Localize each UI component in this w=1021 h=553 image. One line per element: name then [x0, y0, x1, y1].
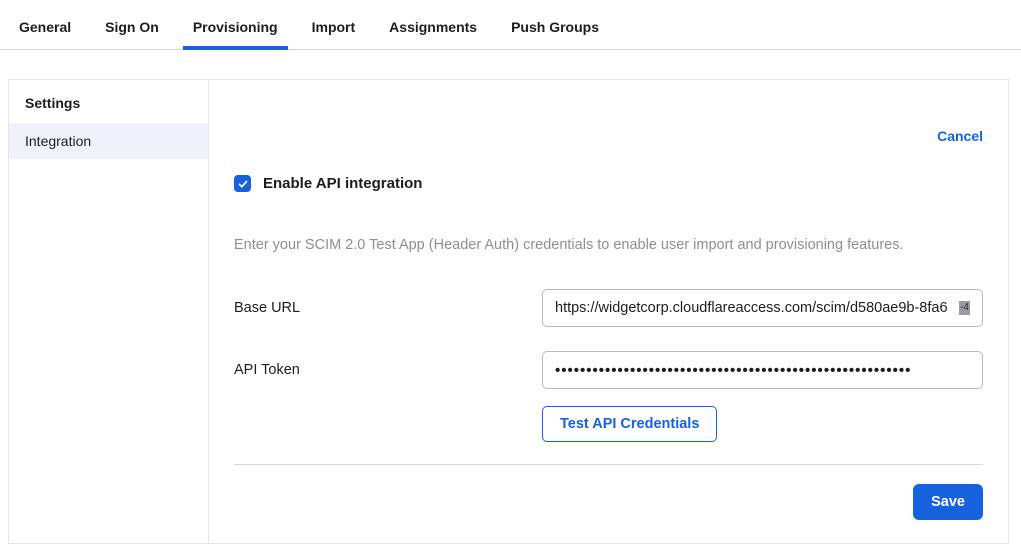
- cancel-link[interactable]: Cancel: [937, 128, 983, 144]
- api-token-value: ••••••••••••••••••••••••••••••••••••••••…: [555, 362, 970, 379]
- tab-general[interactable]: General: [9, 4, 81, 49]
- test-api-credentials-button[interactable]: Test API Credentials: [542, 406, 717, 442]
- tab-import[interactable]: Import: [302, 4, 366, 49]
- enable-api-checkbox[interactable]: [234, 175, 251, 192]
- tab-provisioning[interactable]: Provisioning: [183, 4, 288, 49]
- footer-divider: [234, 464, 983, 465]
- enable-api-label: Enable API integration: [263, 175, 422, 192]
- base-url-row: Base URL https://widgetcorp.cloudflareac…: [234, 289, 983, 327]
- integration-form: Cancel Enable API integration Enter your…: [209, 80, 1008, 543]
- sidebar-header: Settings: [9, 80, 208, 123]
- tab-sign-on[interactable]: Sign On: [95, 4, 169, 49]
- cancel-row: Cancel: [234, 128, 983, 144]
- base-url-value: https://widgetcorp.cloudflareaccess.com/…: [555, 300, 961, 316]
- checkmark-icon: [237, 178, 249, 190]
- base-url-label: Base URL: [234, 300, 542, 316]
- settings-sidebar: Settings Integration: [9, 80, 209, 543]
- base-url-input[interactable]: https://widgetcorp.cloudflareaccess.com/…: [542, 289, 983, 327]
- credentials-description: Enter your SCIM 2.0 Test App (Header Aut…: [234, 237, 983, 253]
- enable-api-row: Enable API integration: [234, 175, 983, 192]
- provisioning-panel: Settings Integration Cancel Enable API i…: [8, 79, 1009, 544]
- tab-push-groups[interactable]: Push Groups: [501, 4, 609, 49]
- save-row: Save: [234, 484, 983, 520]
- base-url-overflow-selection: -4: [959, 301, 970, 315]
- test-credentials-row: Test API Credentials: [234, 406, 983, 442]
- tab-assignments[interactable]: Assignments: [379, 4, 487, 49]
- app-tab-bar: General Sign On Provisioning Import Assi…: [0, 0, 1021, 50]
- save-button[interactable]: Save: [913, 484, 983, 520]
- api-token-row: API Token ••••••••••••••••••••••••••••••…: [234, 351, 983, 389]
- api-token-input[interactable]: ••••••••••••••••••••••••••••••••••••••••…: [542, 351, 983, 389]
- sidebar-item-integration[interactable]: Integration: [9, 123, 208, 159]
- api-token-label: API Token: [234, 362, 542, 378]
